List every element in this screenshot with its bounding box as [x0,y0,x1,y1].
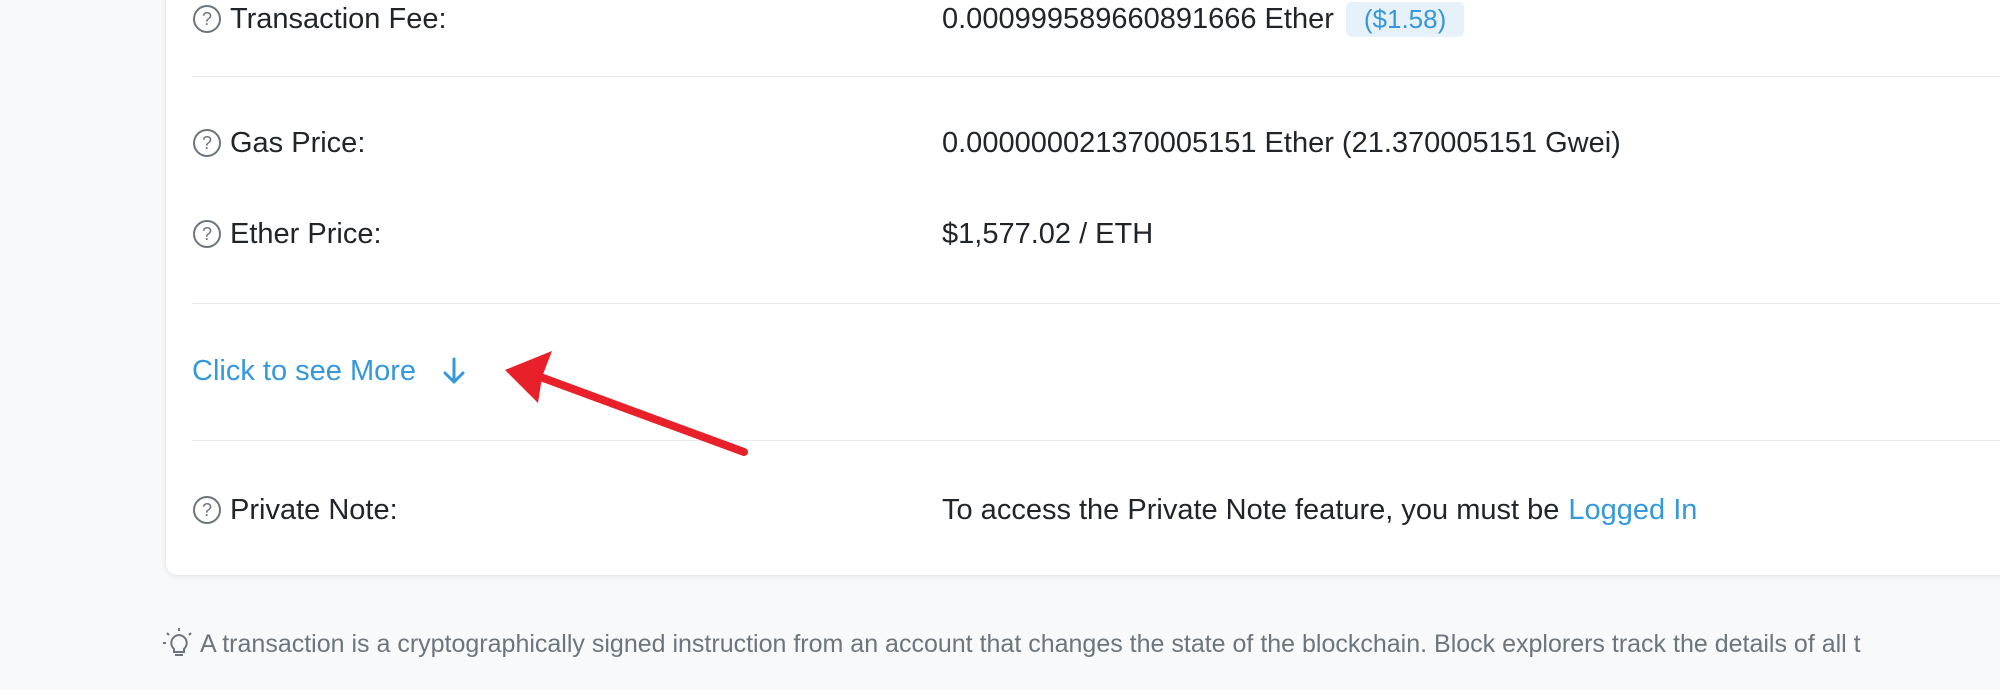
svg-text:?: ? [202,9,212,29]
ether-price-label-group: ? Ether Price: [192,216,382,252]
ether-price-value: $1,577.02 / ETH [942,217,1154,250]
transaction-fee-value: 0.000999589660891666 Ether [942,2,1334,35]
ether-price-label: Ether Price: [230,217,382,250]
svg-text:?: ? [202,133,212,153]
private-note-value-group: To access the Private Note feature, you … [942,492,1697,528]
question-circle-icon[interactable]: ? [192,495,222,525]
transaction-fee-label-group: ? Transaction Fee: [192,1,447,37]
arrow-down-icon [443,357,465,384]
see-more-link[interactable]: Click to see More [192,351,468,391]
private-note-label-group: ? Private Note: [192,492,398,528]
lightbulb-icon [163,628,192,656]
svg-text:?: ? [202,500,212,520]
logged-in-link[interactable]: Logged In [1568,494,1697,527]
divider [192,303,2000,304]
transaction-fee-usd-badge: ($1.58) [1345,1,1465,37]
transaction-fee-label: Transaction Fee: [230,2,447,35]
question-circle-icon[interactable]: ? [192,219,222,249]
gas-price-label-group: ? Gas Price: [192,125,365,161]
divider [192,440,2000,441]
divider [192,76,2000,77]
question-circle-icon[interactable]: ? [192,4,222,34]
gas-price-label: Gas Price: [230,126,366,159]
question-circle-icon[interactable]: ? [192,128,222,158]
see-more-label: Click to see More [192,354,417,387]
private-note-text: To access the Private Note feature, you … [942,493,1560,526]
transaction-fee-value-group: 0.000999589660891666 Ether ($1.58) [942,1,1465,37]
footer-info: A transaction is a cryptographically sig… [162,627,1861,661]
footer-text: A transaction is a cryptographically sig… [200,629,1861,658]
private-note-label: Private Note: [230,493,398,526]
gas-price-value: 0.000000021370005151 Ether (21.370005151… [942,126,1621,159]
transaction-details-card: ? Transaction Fee: 0.000999589660891666 … [165,0,2000,576]
svg-text:?: ? [202,224,212,244]
